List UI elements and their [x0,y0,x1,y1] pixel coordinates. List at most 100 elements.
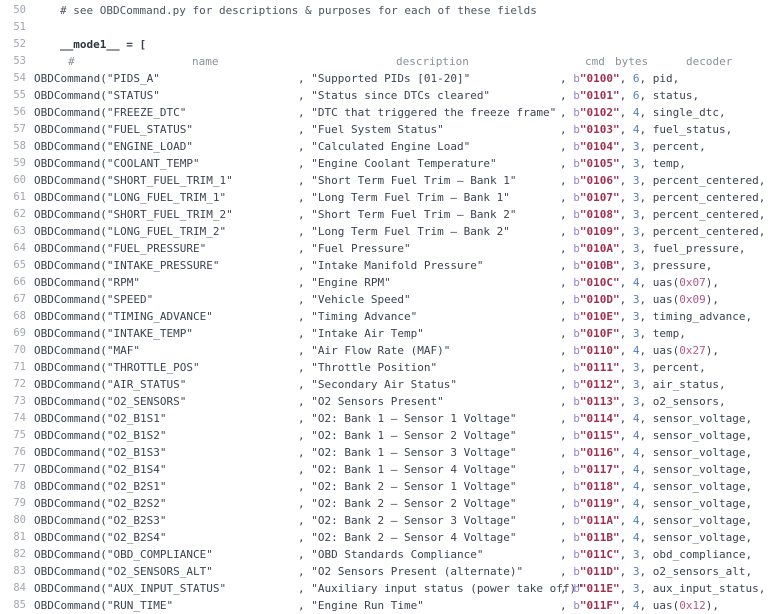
description-string: "Short Term Fuel Trim – Bank 1" [311,174,517,187]
comma-token: , [619,446,633,459]
paren-open-token: ( [672,599,680,612]
cell-cmd-bytes-decoder: , b"0102", 4, single_dtc, [560,104,726,121]
constructor-token: OBDCommand( [34,480,107,493]
constructor-token: OBDCommand( [34,446,107,459]
constructor-token: OBDCommand( [34,463,107,476]
bytes-count: 4 [632,446,640,459]
cell-name: OBDCommand("INTAKE_TEMP" [34,325,193,342]
comma-token: , [560,140,574,153]
comma-token: , [745,548,753,561]
comma-token: , [619,565,633,578]
cmd-byte-string: "0110" [579,344,620,357]
cmd-byte-string: "0117" [579,463,620,476]
cmd-byte-string: "0113" [579,395,620,408]
line-number: 83 [13,565,26,577]
description-string: "Status since DTCs cleared" [311,89,491,102]
comma-token: , [298,497,312,510]
comma-token: , [298,259,312,272]
comma-token: , [619,191,633,204]
bytes-literal-prefix: b [573,72,580,85]
decoder-hex-argument: 0x12 [679,599,706,612]
comma-token: , [298,395,312,408]
comma-token: , [619,480,633,493]
column-header-hash: # [68,55,75,68]
cell-name: OBDCommand("MAF" [34,342,140,359]
code-editor-view[interactable]: 50 # see OBDCommand.py for descriptions … [0,0,774,612]
cell-description: , "O2: Bank 1 – Sensor 3 Voltage" [298,444,517,461]
bytes-count: 4 [632,480,640,493]
command-name-string: "PIDS_A" [106,72,160,85]
bytes-count: 4 [632,497,640,510]
command-name-string: "FREEZE_DTC" [106,106,187,119]
bytes-literal-prefix: b [573,395,580,408]
cmd-byte-string: "0105" [579,157,620,170]
bytes-literal-prefix: b [573,327,580,340]
comma-token: , [699,140,706,153]
description-string: "Intake Manifold Pressure" [311,259,484,272]
description-string: "Vehicle Speed" [311,293,411,306]
command-name-string: "MAF" [106,344,140,357]
cell-description: , "O2: Bank 2 – Sensor 2 Voltage" [298,495,517,512]
comma-token: , [298,344,312,357]
line-number: 51 [13,21,26,33]
constructor-token: OBDCommand( [34,395,107,408]
bytes-count: 4 [632,106,640,119]
comma-token: , [619,123,633,136]
decoder-name: percent_centered [652,174,759,187]
command-name-string: "FUEL_PRESSURE" [106,242,207,255]
constructor-token: OBDCommand( [34,157,107,170]
comma-token: , [745,480,753,493]
bytes-literal-prefix: b [573,89,580,102]
line-number: 72 [13,378,26,390]
table-row: 68 OBDCommand("TIMING_ADVANCE", "Timing A… [0,308,774,325]
cell-name: OBDCommand("O2_SENSORS_ALT" [34,563,213,580]
comma-token: , [639,565,653,578]
description-string: "Throttle Position" [311,361,438,374]
cell-name: OBDCommand("COOLANT_TEMP" [34,155,200,172]
decoder-name: percent_centered [652,225,759,238]
comma-token: , [712,344,719,357]
decoder-name: o2_sensors [652,395,719,408]
cell-description: , "Intake Air Temp" [298,325,424,342]
comma-token: , [560,123,574,136]
comma-token: , [619,72,633,85]
decoder-name: pressure [652,259,706,272]
constructor-token: OBDCommand( [34,72,107,85]
cell-name: OBDCommand("FUEL_STATUS" [34,121,193,138]
description-string: "Supported PIDs [01-20]" [311,72,471,85]
cell-name: OBDCommand("THROTTLE_POS" [34,359,200,376]
column-header-decoder: decoder [686,55,733,68]
command-name-string: "LONG_FUEL_TRIM_1" [106,191,227,204]
cell-name: OBDCommand("ENGINE_LOAD" [34,138,193,155]
command-name-string: "INTAKE_PRESSURE" [106,259,220,272]
cell-description: , "Auxiliary input status (power take of… [298,580,583,597]
cell-cmd-bytes-decoder: , b"010D", 3, uas(0x09), [560,291,719,308]
description-string: "Calculated Engine Load" [311,140,471,153]
cmd-byte-string: "0106" [579,174,620,187]
cell-cmd-bytes-decoder: , b"010E", 3, timing_advance, [560,308,752,325]
line-number: 73 [13,395,26,407]
comma-token: , [639,259,653,272]
comma-token: , [298,310,312,323]
decoder-name: percent [652,140,700,153]
comma-token: , [619,531,633,544]
description-string: "Fuel Pressure" [311,242,411,255]
constructor-token: OBDCommand( [34,582,107,595]
line-number: 60 [13,174,26,186]
cell-name: OBDCommand("O2_B2S2" [34,495,166,512]
cell-cmd-bytes-decoder: , b"011D", 3, o2_sensors_alt, [560,563,752,580]
command-name-string: "O2_B2S4" [106,531,167,544]
comma-token: , [758,191,766,204]
table-row: 64 OBDCommand("FUEL_PRESSURE", "Fuel Pres… [0,240,774,257]
constructor-token: OBDCommand( [34,174,107,187]
comma-token: , [560,514,574,527]
comma-token: , [298,72,312,85]
decoder-name: sensor_voltage [652,514,746,527]
comma-token: , [619,429,633,442]
cell-description: , "Secondary Air Status" [298,376,457,393]
table-row: 77 OBDCommand("O2_B1S4", "O2: Bank 1 – Se… [0,461,774,478]
comma-token: , [560,259,574,272]
decoder-name: sensor_voltage [652,480,746,493]
cell-description: , "Timing Advance" [298,308,417,325]
table-row: 71 OBDCommand("THROTTLE_POS", "Throttle P… [0,359,774,376]
